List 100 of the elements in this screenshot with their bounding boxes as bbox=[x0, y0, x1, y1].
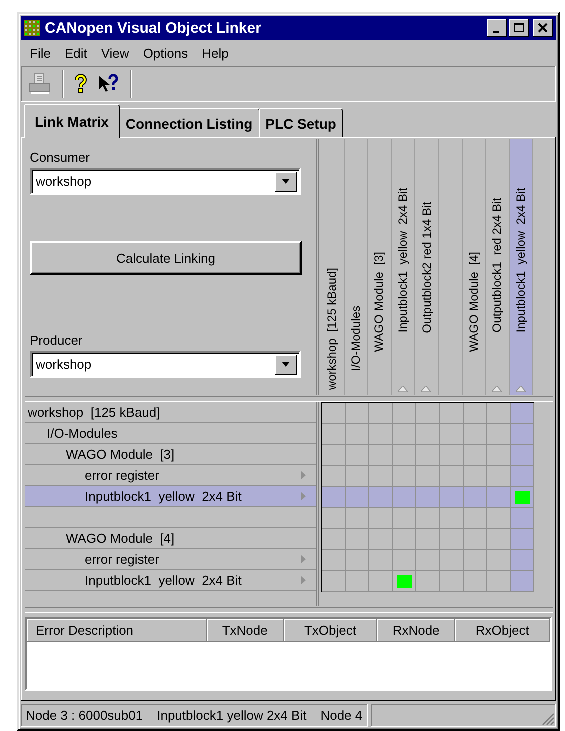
matrix-cell[interactable] bbox=[392, 508, 416, 529]
calculate-button[interactable]: Calculate Linking bbox=[30, 241, 302, 275]
tree-row[interactable]: Inputblock1 yellow 2x4 Bit bbox=[25, 570, 316, 591]
matrix-cell[interactable] bbox=[392, 445, 416, 466]
matrix-cell[interactable] bbox=[510, 487, 534, 508]
matrix-cell[interactable] bbox=[464, 445, 488, 466]
matrix-cell[interactable] bbox=[440, 424, 464, 445]
column-header[interactable]: workshop [125 kBaud] bbox=[323, 268, 342, 395]
matrix-cell[interactable] bbox=[346, 403, 370, 424]
matrix-cell[interactable] bbox=[346, 445, 370, 466]
matrix-cell[interactable] bbox=[510, 550, 534, 571]
matrix-cell[interactable] bbox=[440, 445, 464, 466]
matrix-cell[interactable] bbox=[440, 550, 464, 571]
column-header[interactable]: Inputblock1 yellow 2x4 Bit bbox=[394, 188, 412, 395]
matrix-cell[interactable] bbox=[322, 571, 346, 592]
matrix-cell[interactable] bbox=[416, 571, 440, 592]
tree-row[interactable]: WAGO Module [4] bbox=[25, 528, 316, 549]
matrix-cell[interactable] bbox=[416, 550, 440, 571]
matrix-cell[interactable] bbox=[510, 529, 534, 550]
column-header[interactable]: WAGO Module [3] bbox=[370, 252, 388, 395]
matrix-cell[interactable] bbox=[464, 487, 488, 508]
column-header[interactable]: TxNode bbox=[206, 619, 284, 642]
maximize-button[interactable] bbox=[509, 19, 529, 37]
tab[interactable]: Link Matrix bbox=[24, 104, 120, 138]
column-header[interactable]: RxObject bbox=[455, 619, 550, 642]
consumer-dropdown[interactable]: workshop bbox=[30, 168, 301, 195]
matrix-cell[interactable] bbox=[346, 424, 370, 445]
column-header[interactable]: Error Description bbox=[27, 619, 207, 642]
matrix-cell[interactable] bbox=[369, 529, 393, 550]
context-help-icon[interactable] bbox=[98, 74, 120, 94]
printer-icon[interactable] bbox=[28, 73, 52, 95]
matrix-cell[interactable] bbox=[392, 403, 416, 424]
producer-dropdown[interactable]: workshop bbox=[30, 351, 301, 378]
tree-row[interactable]: WAGO Module [3] bbox=[25, 444, 316, 465]
matrix-cell[interactable] bbox=[416, 487, 440, 508]
resize-grip-icon[interactable] bbox=[541, 712, 555, 726]
matrix-cell[interactable] bbox=[346, 571, 370, 592]
matrix-cell[interactable] bbox=[322, 445, 346, 466]
matrix-cell[interactable] bbox=[369, 550, 393, 571]
matrix-cell[interactable] bbox=[416, 403, 440, 424]
menu-item[interactable]: File bbox=[23, 46, 58, 60]
tree-row[interactable]: Inputblock1 yellow 2x4 Bit bbox=[25, 486, 316, 507]
matrix-cell[interactable] bbox=[346, 487, 370, 508]
tree-row[interactable]: I/O-Modules bbox=[25, 423, 316, 444]
matrix-cell[interactable] bbox=[510, 571, 534, 592]
matrix-cell[interactable] bbox=[392, 550, 416, 571]
matrix-cell[interactable] bbox=[369, 445, 393, 466]
minimize-button[interactable] bbox=[487, 19, 507, 37]
matrix-cell[interactable] bbox=[440, 487, 464, 508]
matrix-cell[interactable] bbox=[464, 424, 488, 445]
matrix-cell[interactable] bbox=[369, 487, 393, 508]
tree-row[interactable]: error register bbox=[25, 549, 316, 570]
matrix-cell[interactable] bbox=[464, 508, 488, 529]
menu-item[interactable]: Options bbox=[136, 46, 196, 60]
matrix-cell[interactable] bbox=[464, 550, 488, 571]
matrix-cell[interactable] bbox=[487, 487, 511, 508]
matrix-cell[interactable] bbox=[510, 445, 534, 466]
matrix-cell[interactable] bbox=[464, 403, 488, 424]
matrix-cell[interactable] bbox=[346, 508, 370, 529]
menu-item[interactable]: Edit bbox=[58, 46, 94, 60]
matrix-cell[interactable] bbox=[440, 508, 464, 529]
menu-item[interactable]: Help bbox=[195, 46, 236, 60]
column-header[interactable]: WAGO Module [4] bbox=[464, 252, 483, 395]
matrix-cell[interactable] bbox=[369, 508, 393, 529]
matrix-cell[interactable] bbox=[510, 508, 534, 529]
matrix-cell[interactable] bbox=[369, 571, 393, 592]
matrix-cell[interactable] bbox=[440, 403, 464, 424]
column-header[interactable]: Outputblock2 red 1x4 Bit bbox=[418, 202, 436, 395]
matrix-cell[interactable] bbox=[392, 529, 416, 550]
matrix-cell[interactable] bbox=[322, 508, 346, 529]
tab[interactable]: PLC Setup bbox=[258, 108, 344, 138]
column-header[interactable]: Outputblock1 red 2x4 Bit bbox=[488, 198, 506, 395]
matrix-cell[interactable] bbox=[464, 529, 488, 550]
matrix-cell[interactable] bbox=[346, 529, 370, 550]
matrix-cell[interactable] bbox=[464, 571, 488, 592]
matrix-cell[interactable] bbox=[416, 529, 440, 550]
tree-row[interactable]: workshop [125 kBaud] bbox=[25, 402, 316, 423]
close-button[interactable] bbox=[533, 19, 553, 37]
menu-item[interactable]: View bbox=[94, 46, 136, 60]
matrix-cell[interactable] bbox=[322, 403, 346, 424]
matrix-cell[interactable] bbox=[510, 403, 534, 424]
matrix-cell[interactable] bbox=[369, 403, 393, 424]
matrix-cell[interactable] bbox=[322, 529, 346, 550]
matrix-cell[interactable] bbox=[369, 424, 393, 445]
matrix-cell[interactable] bbox=[440, 529, 464, 550]
matrix-cell[interactable] bbox=[322, 424, 346, 445]
matrix-cell[interactable] bbox=[392, 571, 416, 592]
matrix-cell[interactable] bbox=[416, 508, 440, 529]
column-header[interactable]: RxNode bbox=[377, 619, 456, 642]
matrix-cell[interactable] bbox=[510, 466, 534, 487]
matrix-cell[interactable] bbox=[322, 550, 346, 571]
help-icon[interactable] bbox=[74, 74, 88, 94]
matrix-cell[interactable] bbox=[392, 424, 416, 445]
matrix-cell[interactable] bbox=[392, 487, 416, 508]
matrix-cell[interactable] bbox=[510, 424, 534, 445]
matrix-cell[interactable] bbox=[322, 487, 346, 508]
column-header[interactable]: I/O-Modules bbox=[346, 306, 365, 395]
matrix-cell[interactable] bbox=[416, 445, 440, 466]
column-header[interactable]: TxObject bbox=[284, 619, 378, 642]
matrix-cell[interactable] bbox=[440, 571, 464, 592]
